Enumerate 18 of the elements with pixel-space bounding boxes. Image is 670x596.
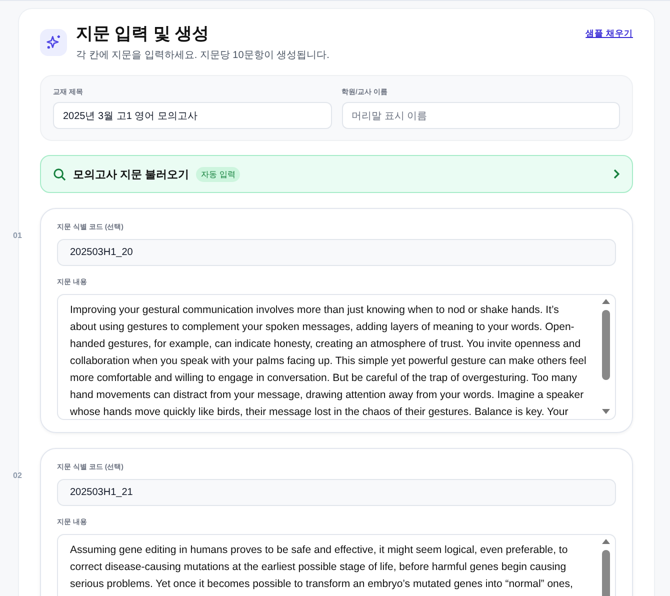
scrollbar[interactable] <box>601 298 611 416</box>
search-icon <box>53 168 66 180</box>
page-title: 지문 입력 및 생성 <box>76 23 210 45</box>
import-label: 모의고사 지문 불러오기 <box>73 168 190 182</box>
input-field[interactable]: 2025년 3월 고1 영어 모의고사 <box>53 102 332 129</box>
content-textarea[interactable]: Improving your gestural communication involves more than just knowing when to nod or shake hands. It’s about using gestures to complement your spoken messages, adding layers of meaning to your words. Open- handed gestures, for example, can indicate honesty, creating an atmosphere of trust. You invite openness and collaboration when you speak with your palms facing up. This simple yet powerful gesture can make others feel more comfortable and willing to engage in conversation. But be careful of the trap of overgesturing. Too many hand movements can distract from your message, drawing attention away from your words. Imagine a speaker whose hands move quickly like birds, their message lost in the chaos of their gestures. Balance is key. Your <box>57 294 616 420</box>
code-field[interactable]: 202503H1_20 <box>57 239 616 266</box>
auto-badge: 자동 입력 <box>196 166 240 182</box>
passage-number: 02 <box>13 471 22 480</box>
input-field[interactable]: 머리말 표시 이름 <box>342 102 620 129</box>
page-subtitle: 각 칸에 지문을 입력하세요. 지문당 10문항이 생성됩니다. <box>76 49 330 62</box>
chevron-right-icon <box>613 169 620 179</box>
passage-number: 01 <box>13 231 22 240</box>
sample-fill-link[interactable]: 샘플 채우기 <box>586 28 633 40</box>
sparkle-icon <box>40 28 67 56</box>
import-bar[interactable]: 모의고사 지문 불러오기 자동 입력 <box>40 155 633 193</box>
code-field[interactable]: 202503H1_21 <box>57 479 616 506</box>
content-textarea[interactable]: Assuming gene editing in humans proves to be safe and effective, it might seem logical, even preferable, to correct disease-causing mutations at the earliest possible stage of life, before harmful genes begin causing serious problems. Yet once it becomes possible to transform an embryo’s mutated genes into “normal” ones, <box>57 534 616 596</box>
